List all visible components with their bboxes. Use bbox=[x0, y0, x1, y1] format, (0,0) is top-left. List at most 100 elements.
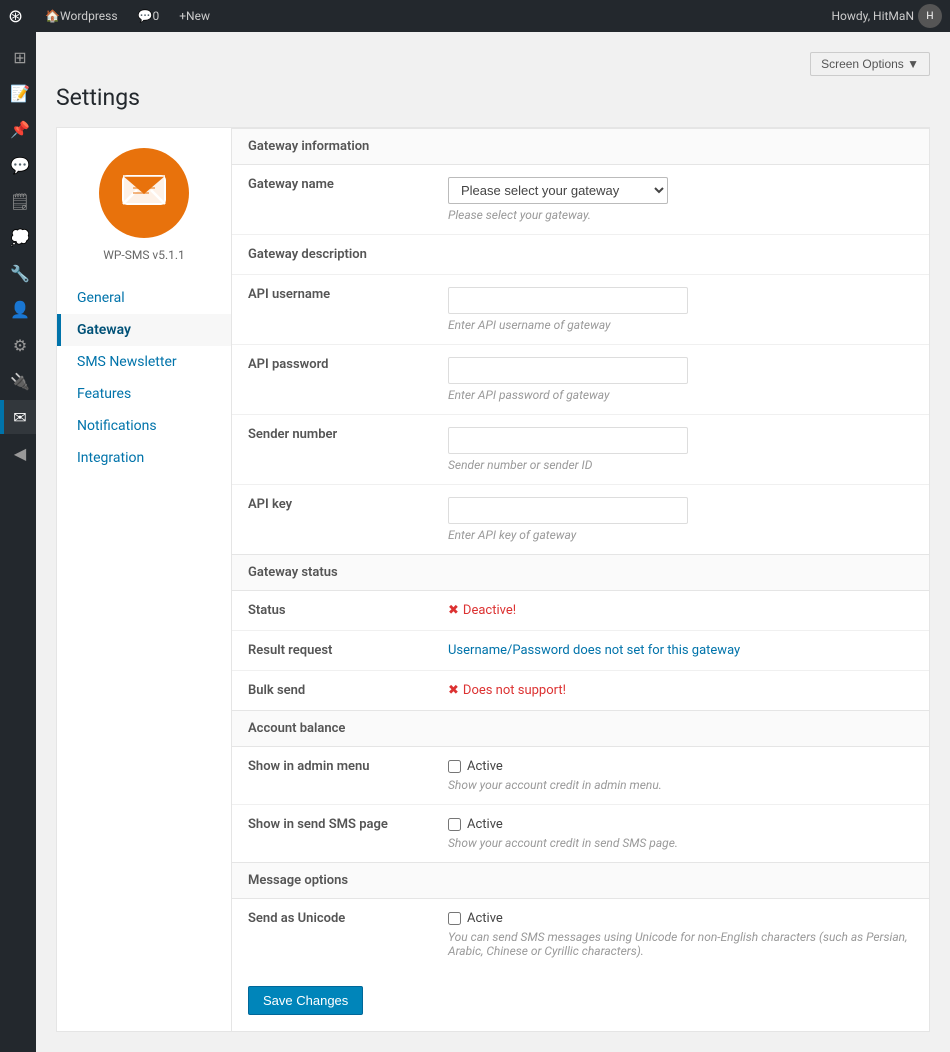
nav-settings[interactable]: ⚙ bbox=[0, 328, 36, 362]
adminbar-wordpress-label: Wordpress bbox=[60, 9, 117, 23]
api-username-input[interactable] bbox=[448, 287, 688, 314]
sidebar-nav: General Gateway SMS Newsletter Features … bbox=[57, 282, 231, 474]
sidebar-item-sms-newsletter[interactable]: SMS Newsletter bbox=[57, 346, 231, 378]
gateway-desc-row: Gateway description bbox=[232, 235, 929, 275]
status-x-icon: ✖ bbox=[448, 603, 459, 618]
gateway-name-row: Gateway name Please select your gateway … bbox=[232, 165, 929, 235]
save-changes-button[interactable]: Save Changes bbox=[248, 986, 363, 1015]
plugin-version: WP-SMS v5.1.1 bbox=[103, 248, 185, 262]
sidebar-item-notifications[interactable]: Notifications bbox=[57, 410, 231, 442]
adminbar-wordpress[interactable]: 🏠 Wordpress bbox=[35, 0, 127, 32]
admin-bar: ⊛ 🏠 Wordpress 💬 0 + New Howdy, HitMaN H bbox=[0, 0, 950, 32]
show-in-sms-checkbox-label[interactable]: Active bbox=[448, 817, 913, 832]
api-password-label: API password bbox=[232, 345, 432, 415]
nav-pin[interactable]: 📌 bbox=[0, 112, 36, 146]
nav-comments[interactable]: 💭 bbox=[0, 220, 36, 254]
gateway-name-label: Gateway name bbox=[232, 165, 432, 235]
screen-options-button[interactable]: Screen Options ▼ bbox=[810, 52, 930, 76]
api-key-row: API key Enter API key of gateway bbox=[232, 485, 929, 555]
adminbar-new[interactable]: + New bbox=[169, 0, 220, 32]
show-in-sms-cell: Active Show your account credit in send … bbox=[432, 805, 929, 863]
adminbar-new-label: New bbox=[186, 9, 210, 23]
plugin-logo-icon bbox=[119, 168, 169, 218]
bulk-send-value: ✖ Does not support! bbox=[448, 683, 566, 698]
bulk-send-row: Bulk send ✖ Does not support! bbox=[232, 671, 929, 711]
send-unicode-label: Send as Unicode bbox=[232, 899, 432, 970]
gateway-desc-label: Gateway description bbox=[232, 235, 432, 275]
show-in-admin-checkbox[interactable] bbox=[448, 760, 461, 773]
gateway-name-desc: Please select your gateway. bbox=[448, 208, 913, 222]
show-in-admin-cell: Active Show your account credit in admin… bbox=[432, 747, 929, 805]
message-options-section-header: Message options bbox=[232, 862, 929, 899]
nav-dashboard[interactable]: ⊞ bbox=[0, 40, 36, 74]
sidebar-item-features[interactable]: Features bbox=[57, 378, 231, 410]
nav-wpsms[interactable]: ✉ bbox=[0, 400, 36, 434]
nav-posts[interactable]: 📝 bbox=[0, 76, 36, 110]
gateway-name-cell: Please select your gateway Please select… bbox=[432, 165, 929, 235]
bulk-send-text: Does not support! bbox=[463, 683, 566, 698]
bulk-send-x-icon: ✖ bbox=[448, 683, 459, 698]
settings-main: Gateway information Gateway name Please … bbox=[231, 127, 930, 1032]
gateway-info-table: Gateway name Please select your gateway … bbox=[232, 165, 929, 554]
send-unicode-desc: You can send SMS messages using Unicode … bbox=[448, 930, 913, 958]
comment-icon: 💬 bbox=[138, 9, 153, 23]
bulk-send-label: Bulk send bbox=[232, 671, 432, 711]
nav-sms[interactable]: 💬 bbox=[0, 148, 36, 182]
status-text: Deactive! bbox=[463, 603, 516, 618]
api-password-input[interactable] bbox=[448, 357, 688, 384]
sidebar-item-general[interactable]: General bbox=[57, 282, 231, 314]
send-unicode-cell: Active You can send SMS messages using U… bbox=[432, 899, 929, 970]
bulk-send-cell: ✖ Does not support! bbox=[432, 671, 929, 711]
adminbar-comments-count: 0 bbox=[152, 9, 159, 23]
gateway-name-select[interactable]: Please select your gateway bbox=[448, 177, 668, 204]
show-in-sms-desc: Show your account credit in send SMS pag… bbox=[448, 836, 913, 850]
api-password-desc: Enter API password of gateway bbox=[448, 388, 913, 402]
screen-options-bar: Screen Options ▼ bbox=[56, 52, 930, 76]
api-username-cell: Enter API username of gateway bbox=[432, 275, 929, 345]
send-unicode-row: Send as Unicode Active You can send SMS … bbox=[232, 899, 929, 970]
adminbar-user: Howdy, HitMaN bbox=[831, 9, 914, 23]
main-content: Screen Options ▼ Settings bbox=[36, 32, 950, 1052]
send-unicode-checkbox-label[interactable]: Active bbox=[448, 911, 913, 926]
nav-plugins[interactable]: 🔌 bbox=[0, 364, 36, 398]
show-in-sms-checkbox-text: Active bbox=[467, 817, 503, 832]
show-in-sms-row: Show in send SMS page Active Show your a… bbox=[232, 805, 929, 863]
api-key-input[interactable] bbox=[448, 497, 688, 524]
gateway-status-section-header: Gateway status bbox=[232, 554, 929, 591]
nav-pages[interactable]: 🗒 bbox=[0, 184, 36, 218]
adminbar-items: 🏠 Wordpress 💬 0 + New bbox=[35, 0, 831, 32]
nav-users[interactable]: 👤 bbox=[0, 292, 36, 326]
api-password-cell: Enter API password of gateway bbox=[432, 345, 929, 415]
sender-number-input[interactable] bbox=[448, 427, 688, 454]
sidebar-item-integration[interactable]: Integration bbox=[57, 442, 231, 474]
nav-tools[interactable]: 🔧 bbox=[0, 256, 36, 290]
gateway-info-section-header: Gateway information bbox=[232, 128, 929, 165]
api-username-label: API username bbox=[232, 275, 432, 345]
api-password-row: API password Enter API password of gatew… bbox=[232, 345, 929, 415]
api-username-row: API username Enter API username of gatew… bbox=[232, 275, 929, 345]
sender-number-label: Sender number bbox=[232, 415, 432, 485]
show-in-admin-label: Show in admin menu bbox=[232, 747, 432, 805]
status-value: ✖ Deactive! bbox=[448, 603, 516, 618]
page-title: Settings bbox=[56, 84, 930, 111]
show-in-sms-checkbox[interactable] bbox=[448, 818, 461, 831]
nav-collapse[interactable]: ◀ bbox=[0, 436, 36, 470]
adminbar-comments[interactable]: 💬 0 bbox=[128, 0, 170, 32]
result-request-row: Result request Username/Password does no… bbox=[232, 631, 929, 671]
gateway-desc-cell bbox=[432, 235, 929, 275]
api-key-desc: Enter API key of gateway bbox=[448, 528, 913, 542]
plugin-logo bbox=[99, 148, 189, 238]
send-unicode-checkbox-text: Active bbox=[467, 911, 503, 926]
gateway-status-table: Status ✖Deactive! Result request Usernam… bbox=[232, 591, 929, 710]
sender-number-desc: Sender number or sender ID bbox=[448, 458, 913, 472]
send-unicode-checkbox[interactable] bbox=[448, 912, 461, 925]
message-options-table: Send as Unicode Active You can send SMS … bbox=[232, 899, 929, 970]
adminbar-right: Howdy, HitMaN H bbox=[831, 4, 942, 28]
status-cell: ✖ Deactive! bbox=[432, 591, 929, 631]
show-in-admin-checkbox-text: Active bbox=[467, 759, 503, 774]
avatar: H bbox=[918, 4, 942, 28]
sidebar-item-gateway[interactable]: Gateway bbox=[57, 314, 231, 346]
result-request-value: Username/Password does not set for this … bbox=[448, 643, 740, 658]
show-in-admin-checkbox-label[interactable]: Active bbox=[448, 759, 913, 774]
wp-logo: ⊛ bbox=[8, 6, 23, 27]
